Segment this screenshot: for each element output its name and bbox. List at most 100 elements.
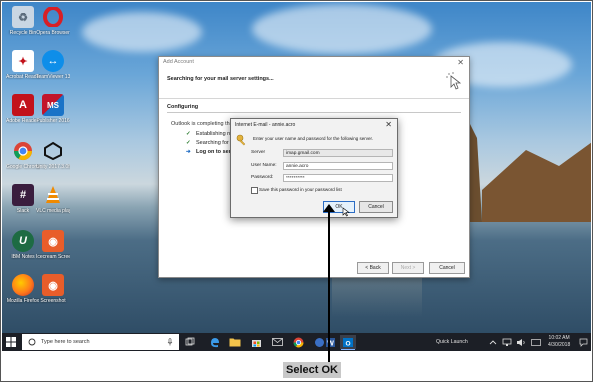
desktop-icon-label: Adobe Reader 9 <box>6 118 40 124</box>
desktop-icon-label: Slack <box>16 208 30 214</box>
arrow-right-icon: ➔ <box>186 149 191 155</box>
word-icon[interactable]: W <box>323 335 337 349</box>
server-label: Server <box>251 150 266 155</box>
desktop-icon-unity[interactable]: Unity 2017.3.0f3 <box>36 140 70 170</box>
desktop-icon-screenshot[interactable]: ◉ Screenshot <box>36 274 70 304</box>
unity-icon <box>42 140 64 162</box>
chrome-taskbar-icon[interactable] <box>291 335 305 349</box>
microphone-icon[interactable] <box>167 338 173 346</box>
opera-icon <box>42 6 64 28</box>
notifications-icon[interactable] <box>576 335 590 349</box>
username-label: User Name: <box>251 163 277 168</box>
next-button[interactable]: Next > <box>392 262 424 274</box>
store-icon[interactable] <box>249 335 263 349</box>
close-icon[interactable]: ✕ <box>385 120 392 129</box>
screen-recorder-icon: ◉ <box>42 230 64 252</box>
close-icon[interactable]: ✕ <box>457 58 464 67</box>
desktop-icon-label: Mozilla Firefox <box>6 298 40 304</box>
cloud <box>82 12 202 52</box>
windows-start-icon[interactable] <box>5 336 17 348</box>
save-password-checkbox[interactable] <box>251 187 258 194</box>
mouse-pointer-icon <box>342 207 350 217</box>
callout-pointer-line <box>328 206 330 366</box>
desktop-icon-vlc[interactable]: VLC media player <box>36 184 70 214</box>
desktop-icon-publisher[interactable]: MS Publisher 2016 <box>36 94 70 124</box>
recycle-bin-icon: ♻ <box>12 6 34 28</box>
desktop-icon-label: Publisher 2016 <box>36 118 70 124</box>
cloud <box>252 4 432 54</box>
instruction-caption: Select OK <box>283 362 341 378</box>
acrobat-icon: ✦ <box>12 50 34 72</box>
system-clock[interactable]: 10:02 AM 4/30/2018 <box>548 335 570 349</box>
task-view-icon[interactable] <box>183 335 197 349</box>
desktop-icon-label: TeamViewer 13 <box>36 74 70 80</box>
slack-icon: # <box>12 184 34 206</box>
desktop-icon-label: Icecream Screen... <box>36 254 70 260</box>
username-field[interactable]: annie.acro <box>283 162 393 170</box>
desktop-icon-chrome[interactable]: Google Chrome <box>6 140 40 170</box>
teamviewer-icon: ↔ <box>42 50 64 72</box>
arrow-up-icon <box>323 204 335 212</box>
desktop-icon-label: Recycle Bin <box>9 30 37 36</box>
volume-icon[interactable] <box>514 335 528 349</box>
desktop-icon-label: Acrobat Reader DC <box>6 74 40 80</box>
firefox-icon <box>12 274 34 296</box>
password-label: Password: <box>251 175 274 180</box>
chrome-icon <box>12 140 34 162</box>
notes-icon: U <box>12 230 34 252</box>
svg-text:O: O <box>345 340 350 347</box>
desktop-icon-recycle-bin[interactable]: ♻ Recycle Bin <box>6 6 40 36</box>
dialog-title: Internet E-mail - annie.acro <box>235 122 296 128</box>
clock-time: 10:02 AM <box>548 335 570 341</box>
key-icon <box>236 134 246 146</box>
screenshot-frame: ♻ Recycle Bin Opera Browser ✦ Acrobat Re… <box>0 0 593 382</box>
search-placeholder: Type here to search <box>41 339 90 345</box>
section-divider <box>167 112 461 113</box>
taskbar-search-box[interactable]: Type here to search <box>22 334 179 350</box>
desktop-icon-label: Screenshot <box>40 298 66 304</box>
header-divider <box>159 98 469 99</box>
busy-cursor-icon <box>446 72 461 90</box>
check-icon: ✓ <box>186 140 191 146</box>
desktop-icon-slack[interactable]: # Slack <box>6 184 40 214</box>
server-field: imap.gmail.com <box>283 149 393 157</box>
file-explorer-icon[interactable] <box>228 335 242 349</box>
cancel-button[interactable]: Cancel <box>359 201 393 213</box>
edge-icon[interactable] <box>207 335 221 349</box>
cancel-button[interactable]: Cancel <box>429 262 465 274</box>
desktop-icon-notes[interactable]: U IBM Notes <box>6 230 40 260</box>
screenshot-icon: ◉ <box>42 274 64 296</box>
save-password-label: Save this password in your password list <box>259 187 342 192</box>
desktop-icon-label: Unity 2017.3.0f3 <box>36 164 70 170</box>
desktop-icon-label: Opera Browser <box>36 30 70 36</box>
chevron-up-icon[interactable] <box>486 335 500 349</box>
desktop-icon-acrobat[interactable]: ✦ Acrobat Reader DC <box>6 50 40 80</box>
search-icon <box>28 338 36 346</box>
vlc-icon <box>42 184 64 206</box>
password-dialog: Internet E-mail - annie.acro ✕ Enter you… <box>230 118 398 218</box>
desktop-icon-adobe-reader[interactable]: A Adobe Reader 9 <box>6 94 40 124</box>
network-icon[interactable] <box>500 335 514 349</box>
desktop-icon-label: VLC media player <box>36 208 70 214</box>
dialog-prompt: Enter your user name and password for th… <box>253 136 374 141</box>
desktop-icon-firefox[interactable]: Mozilla Firefox <box>6 274 40 304</box>
desktop: ♻ Recycle Bin Opera Browser ✦ Acrobat Re… <box>2 2 591 333</box>
desktop-icon-screen-recorder[interactable]: ◉ Icecream Screen... <box>36 230 70 260</box>
check-icon: ✓ <box>186 131 191 137</box>
configuring-label: Configuring <box>167 104 199 110</box>
clock-date: 4/30/2018 <box>548 342 571 348</box>
desktop-icon-label: Google Chrome <box>6 164 40 170</box>
outlook-icon[interactable]: O <box>340 335 356 350</box>
password-field[interactable]: ********** <box>283 174 393 182</box>
desktop-icon-opera[interactable]: Opera Browser <box>36 6 70 36</box>
sea-rock <box>482 142 591 222</box>
adobe-reader-icon: A <box>12 94 34 116</box>
back-button[interactable]: < Back <box>357 262 389 274</box>
desktop-icon-label: IBM Notes <box>11 254 35 260</box>
desktop-icon-teamviewer[interactable]: ↔ TeamViewer 13 <box>36 50 70 80</box>
window-title: Add Account <box>163 59 194 65</box>
taskbar: Type here to search W O Quick Launch 10:… <box>2 333 591 351</box>
keyboard-icon[interactable] <box>529 335 543 349</box>
mail-icon[interactable] <box>270 335 284 349</box>
quick-launch-label[interactable]: Quick Launch <box>436 339 468 345</box>
